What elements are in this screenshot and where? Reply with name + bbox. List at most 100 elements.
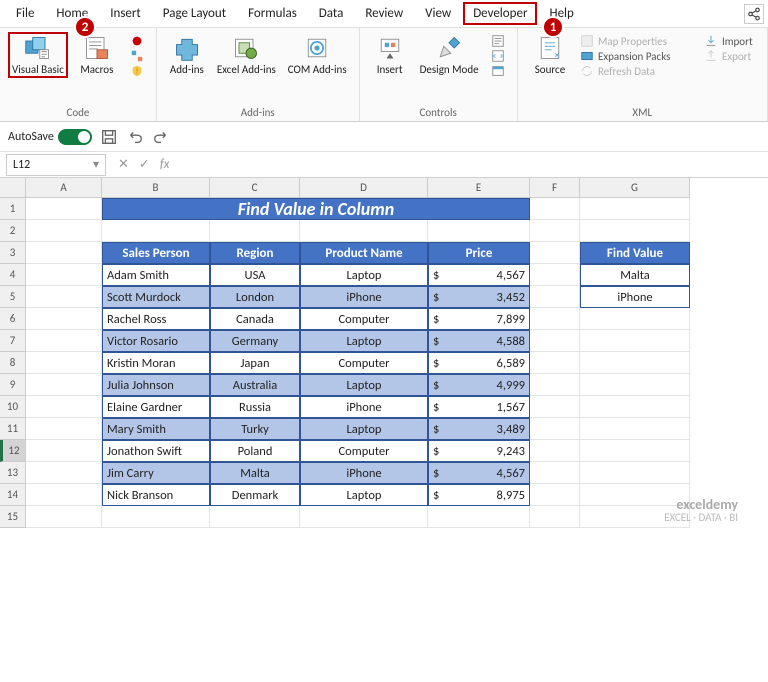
cell-F9[interactable] [530,374,580,396]
cell-find-4[interactable]: Malta [580,264,690,286]
export-button[interactable]: Export [704,49,753,63]
cells-area[interactable]: Find Value in ColumnSales PersonRegionPr… [26,198,690,528]
cell-price-12[interactable]: $9,243 [428,440,530,462]
cell-A13[interactable] [26,462,102,484]
col-header-C[interactable]: C [210,178,300,198]
menu-review[interactable]: Review [355,2,413,25]
cell-price-11[interactable]: $3,489 [428,418,530,440]
cell-price-10[interactable]: $1,567 [428,396,530,418]
cell-prod-10[interactable]: iPhone [300,396,428,418]
cell-prod-6[interactable]: Computer [300,308,428,330]
view-code-button[interactable] [491,49,505,63]
menu-page-layout[interactable]: Page Layout [153,2,236,25]
cell-G10[interactable] [580,396,690,418]
menu-formulas[interactable]: Formulas [238,2,307,25]
cell-G12[interactable] [580,440,690,462]
cell-G6[interactable] [580,308,690,330]
undo-icon[interactable] [126,128,144,146]
header-find-value[interactable]: Find Value [580,242,690,264]
cell-A5[interactable] [26,286,102,308]
cell-G11[interactable] [580,418,690,440]
header-price[interactable]: Price [428,242,530,264]
row-header-12[interactable]: 12 [0,440,26,462]
design-mode-button[interactable]: Design Mode [416,32,483,78]
macros-button[interactable]: Macros [72,32,122,78]
cell-price-7[interactable]: $4,588 [428,330,530,352]
cell-prod-5[interactable]: iPhone [300,286,428,308]
fx-icon[interactable]: fx [160,157,170,172]
menu-insert[interactable]: Insert [100,2,151,25]
cell-G2[interactable] [580,220,690,242]
cell-prod-12[interactable]: Computer [300,440,428,462]
cell-A6[interactable] [26,308,102,330]
expansion-packs-button[interactable]: Expansion Packs [580,49,692,63]
cell-D15[interactable] [300,506,428,528]
cell-A12[interactable] [26,440,102,462]
formula-bar[interactable]: ✕ ✓ fx [112,157,175,172]
cell-sp-5[interactable]: Scott Murdock [102,286,210,308]
cell-prod-13[interactable]: iPhone [300,462,428,484]
cell-A14[interactable] [26,484,102,506]
cell-region-5[interactable]: London [210,286,300,308]
cell-E15[interactable] [428,506,530,528]
cell-A1[interactable] [26,198,102,220]
com-addins-button[interactable]: COM Add-ins [284,32,351,78]
cell-price-4[interactable]: $4,567 [428,264,530,286]
cell-F13[interactable] [530,462,580,484]
redo-icon[interactable] [152,128,170,146]
insert-control-button[interactable]: Insert [368,32,412,78]
enter-icon[interactable]: ✓ [139,157,150,172]
row-header-8[interactable]: 8 [0,352,26,374]
cell-F6[interactable] [530,308,580,330]
cell-F7[interactable] [530,330,580,352]
cell-sp-13[interactable]: Jim Carry [102,462,210,484]
cell-prod-7[interactable]: Laptop [300,330,428,352]
cancel-icon[interactable]: ✕ [118,157,129,172]
title-cell[interactable]: Find Value in Column [102,198,530,220]
cell-A15[interactable] [26,506,102,528]
cell-F1[interactable] [530,198,580,220]
cell-F14[interactable] [530,484,580,506]
cell-price-5[interactable]: $3,452 [428,286,530,308]
cell-find-5[interactable]: iPhone [580,286,690,308]
cell-region-7[interactable]: Germany [210,330,300,352]
cell-A4[interactable] [26,264,102,286]
cell-D2[interactable] [300,220,428,242]
cell-price-6[interactable]: $7,899 [428,308,530,330]
header-sales-person[interactable]: Sales Person [102,242,210,264]
cell-region-8[interactable]: Japan [210,352,300,374]
run-dialog-button[interactable] [491,64,505,78]
menu-developer[interactable]: Developer [463,2,537,25]
cell-sp-7[interactable]: Victor Rosario [102,330,210,352]
cell-sp-14[interactable]: Nick Branson [102,484,210,506]
cell-sp-10[interactable]: Elaine Gardner [102,396,210,418]
macro-security-button[interactable]: ! [130,64,144,78]
cell-A9[interactable] [26,374,102,396]
select-all-corner[interactable] [0,178,26,198]
row-header-7[interactable]: 7 [0,330,26,352]
row-header-14[interactable]: 14 [0,484,26,506]
save-icon[interactable] [100,128,118,146]
cell-F4[interactable] [530,264,580,286]
cell-region-11[interactable]: Turky [210,418,300,440]
cell-A11[interactable] [26,418,102,440]
source-button[interactable]: Source [528,32,572,78]
autosave-toggle[interactable]: AutoSave [8,129,92,145]
menu-view[interactable]: View [415,2,461,25]
cell-region-4[interactable]: USA [210,264,300,286]
cell-F10[interactable] [530,396,580,418]
cell-region-13[interactable]: Malta [210,462,300,484]
row-header-1[interactable]: 1 [0,198,26,220]
cell-prod-9[interactable]: Laptop [300,374,428,396]
cell-prod-8[interactable]: Computer [300,352,428,374]
cell-B15[interactable] [102,506,210,528]
excel-addins-button[interactable]: Excel Add-ins [213,32,280,78]
cell-F3[interactable] [530,242,580,264]
menu-file[interactable]: File [6,2,44,25]
cell-sp-9[interactable]: Julia Johnson [102,374,210,396]
map-properties-button[interactable]: Map Properties [580,34,692,48]
cell-region-10[interactable]: Russia [210,396,300,418]
visual-basic-button[interactable]: Visual Basic [8,32,68,78]
cell-A10[interactable] [26,396,102,418]
name-box[interactable]: L12▾ [6,154,106,176]
